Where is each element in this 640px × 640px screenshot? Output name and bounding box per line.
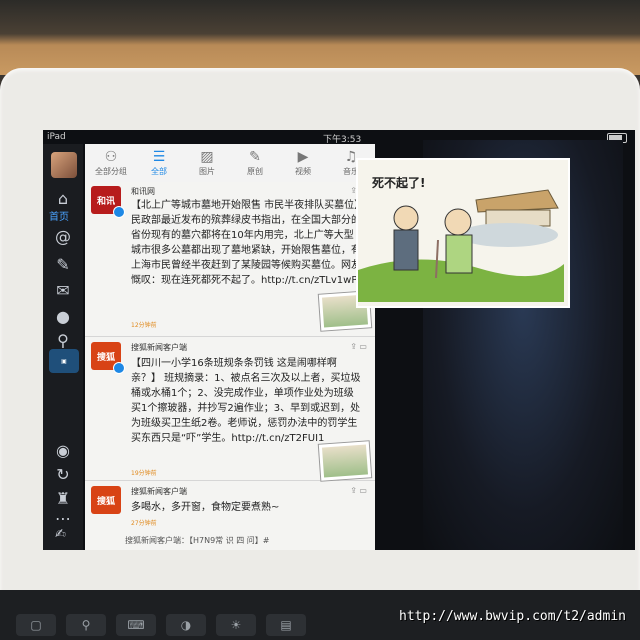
- mail-icon[interactable]: ✉: [53, 280, 73, 300]
- tab-label: 图片: [199, 167, 215, 176]
- tab-0[interactable]: ⚇ 全部分组: [89, 148, 133, 177]
- timeline-feed[interactable]: 和讯 和讯网 ⇪ ▭ 【北上广等城市墓地开始限售 市民半夜排队买墓位】民政部最近…: [85, 182, 375, 550]
- post-actions-icon[interactable]: ⇪ ▭: [350, 342, 367, 351]
- author-logo[interactable]: 搜狐: [91, 486, 121, 514]
- logo-text: 搜狐: [96, 496, 115, 507]
- post-time: 12分钟前: [131, 322, 157, 329]
- post-thumbnail[interactable]: [317, 440, 373, 482]
- tab-2[interactable]: ▨ 图片: [185, 148, 229, 177]
- people-icon: ⚇: [104, 149, 118, 165]
- feed-item[interactable]: 搜狐 搜狐新闻客户端 ⇪ ▭ 【四川一小学16条班规条条罚钱 这是闹哪样啊亲？】…: [85, 338, 375, 482]
- tab-3[interactable]: ✎ 原创: [233, 148, 277, 177]
- post-time: 27分钟前: [131, 520, 157, 527]
- tab-4[interactable]: ▶ 视频: [281, 148, 325, 177]
- list-icon: ☰: [152, 149, 166, 165]
- sidebar-item-home-label[interactable]: 首页: [49, 208, 69, 223]
- pen-icon: ✎: [249, 149, 261, 165]
- play-icon: ▶: [297, 149, 309, 165]
- tab-label: 原创: [247, 167, 263, 176]
- feed-item[interactable]: 和讯 和讯网 ⇪ ▭ 【北上广等城市墓地开始限售 市民半夜排队买墓位】民政部最近…: [85, 182, 375, 337]
- image-icon: ▨: [200, 149, 214, 165]
- post-text: 【四川一小学16条班规条条罚钱 这是闹哪样啊亲？】 班规摘录：1、被点名三次及以…: [131, 358, 361, 444]
- watermark-url: http://www.bwvip.com/t2/admin: [399, 609, 626, 624]
- home-icon[interactable]: ⌂: [53, 188, 73, 208]
- key[interactable]: ▤: [266, 614, 306, 636]
- comment-icon[interactable]: ✎: [53, 254, 73, 274]
- author-name[interactable]: 搜狐新闻客户端: [131, 486, 187, 497]
- avatar[interactable]: [51, 152, 77, 178]
- preview-text: 搜狐新闻客户端：【H7N9常 识 四 问】#: [125, 536, 270, 545]
- post-time: 19分钟前: [131, 470, 157, 477]
- refresh-icon[interactable]: ↻: [53, 464, 73, 484]
- cartoon-image[interactable]: 死不起了!: [356, 158, 570, 308]
- author-name[interactable]: 搜狐新闻客户端: [131, 342, 187, 353]
- filter-toolbar: ⚇ 全部分组 ☰ 全部 ▨ 图片 ✎ 原创 ▶ 视频 ♫ 音乐: [85, 144, 375, 183]
- shirt-icon[interactable]: ♜: [53, 488, 73, 508]
- tab-label: 全部分组: [95, 167, 127, 176]
- key[interactable]: ▢: [16, 614, 56, 636]
- tab-label: 全部: [151, 167, 167, 176]
- more-icon[interactable]: ⋯: [53, 508, 73, 528]
- cartoon-drawing: [358, 189, 564, 302]
- search-icon[interactable]: ⚲: [53, 330, 73, 350]
- verified-icon: [113, 206, 125, 218]
- carrier-label: iPad: [47, 132, 66, 142]
- logo-text: 和讯: [96, 196, 115, 207]
- record-icon[interactable]: ◉: [53, 440, 73, 460]
- post-text: 多喝水，多开窗，食物定要煮熟~: [131, 502, 280, 513]
- at-mention-icon[interactable]: @: [53, 226, 73, 246]
- compose-icon[interactable]: ✍: [55, 527, 66, 542]
- next-post-preview[interactable]: 搜狐新闻客户端：【H7N9常 识 四 问】#: [85, 530, 375, 550]
- tab-1[interactable]: ☰ 全部: [137, 148, 181, 177]
- profile-icon[interactable]: ●: [53, 306, 73, 326]
- logo-text: 搜狐: [96, 352, 115, 363]
- background-table: [0, 0, 640, 75]
- post-actions-icon[interactable]: ⇪ ▭: [350, 486, 367, 495]
- author-name[interactable]: 和讯网: [131, 186, 155, 197]
- key[interactable]: ☀: [216, 614, 256, 636]
- post-text: 【北上广等城市墓地开始限售 市民半夜排队买墓位】民政部最近发布的殡葬绿皮书指出，…: [131, 200, 361, 286]
- sidebar: ⌂ 首页 @ ✎ ✉ ● ⚲ ▣ ◉ ↻ ♜ ⋯ ✍: [43, 144, 83, 550]
- key[interactable]: ⚲: [66, 614, 106, 636]
- verified-icon: [113, 362, 125, 374]
- tab-label: 视频: [295, 167, 311, 176]
- feed-item[interactable]: 搜狐 搜狐新闻客户端 ⇪ ▭ 多喝水，多开窗，食物定要煮熟~ 27分钟前: [85, 482, 375, 531]
- app-shortcut-icon[interactable]: ▣: [49, 349, 79, 373]
- key[interactable]: ◑: [166, 614, 206, 636]
- key[interactable]: ⌨: [116, 614, 156, 636]
